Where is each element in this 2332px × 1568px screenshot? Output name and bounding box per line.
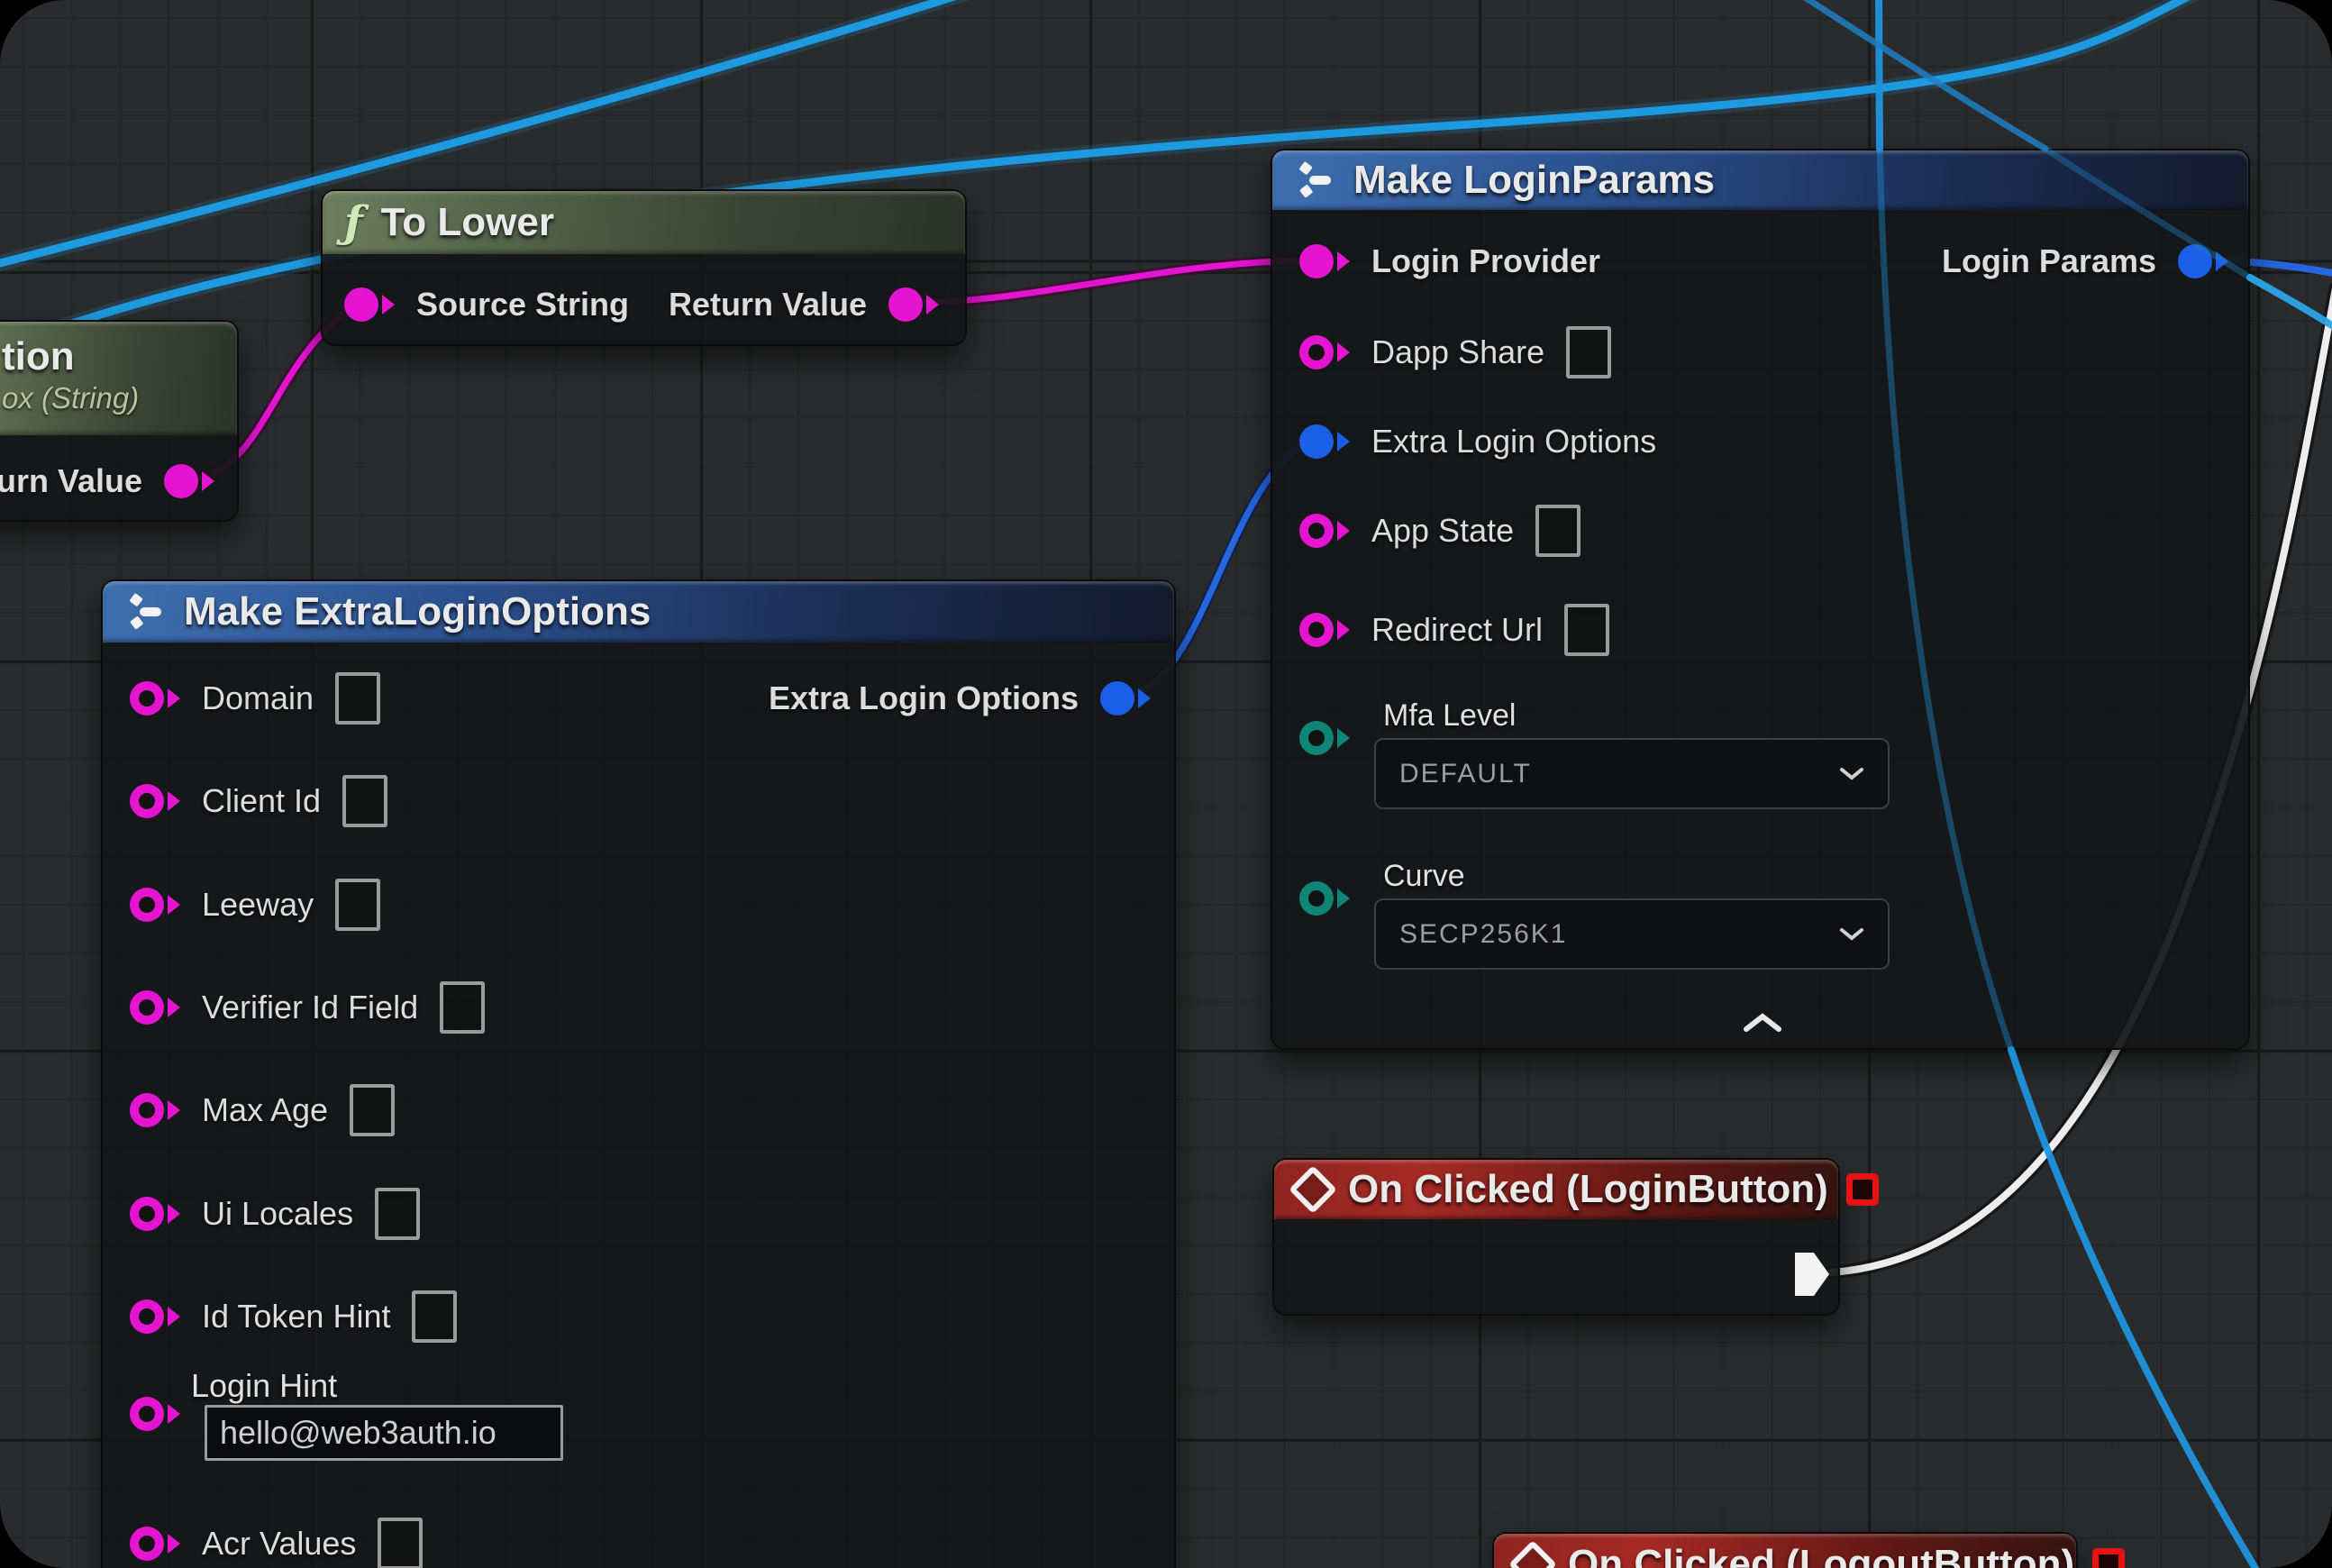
pin-label-id-token-hint: Id Token Hint xyxy=(202,1298,390,1336)
dapp-share-default-checkbox[interactable] xyxy=(1566,326,1611,378)
node-header[interactable]: ƒ To Lower xyxy=(323,191,965,254)
pin-login-hint[interactable] xyxy=(130,1397,180,1431)
pin-label-redirect-url: Redirect Url xyxy=(1371,611,1543,649)
event-diamond-icon xyxy=(1508,1540,1557,1568)
pin-leeway[interactable] xyxy=(130,888,180,922)
bound-event-indicator-icon xyxy=(2092,1548,2125,1568)
pin-label-dapp-share: Dapp Share xyxy=(1371,333,1544,371)
pin-label-source-string: Source String xyxy=(416,286,629,324)
pin-return-value-output[interactable] xyxy=(164,464,214,498)
node-header[interactable]: On Clicked (LoginButton) xyxy=(1274,1160,1838,1219)
ui-locales-default-checkbox[interactable] xyxy=(375,1188,420,1240)
max-age-default-checkbox[interactable] xyxy=(350,1084,395,1136)
pin-label-curve: Curve xyxy=(1383,859,1465,894)
pin-label-login-params: Login Params xyxy=(1942,242,2156,280)
node-title: On Clicked (LogoutButton) xyxy=(1568,1542,2074,1568)
login-hint-input[interactable] xyxy=(205,1405,563,1461)
chevron-up-icon xyxy=(1743,1013,1782,1033)
node-header[interactable]: Make ExtraLoginOptions xyxy=(103,581,1174,643)
node-to-lower[interactable]: ƒ To Lower Source String Return Value xyxy=(321,189,967,346)
pin-label-extra-login-options: Extra Login Options xyxy=(1371,423,1656,460)
pin-domain[interactable] xyxy=(130,681,180,716)
pin-label-client-id: Client Id xyxy=(202,782,321,820)
pin-return-value[interactable] xyxy=(888,287,939,322)
event-diamond-icon xyxy=(1289,1165,1337,1214)
chevron-down-icon xyxy=(1839,927,1864,941)
verifier-id-field-default-checkbox[interactable] xyxy=(440,981,485,1034)
node-on-clicked-logout-button[interactable]: On Clicked (LogoutButton) xyxy=(1492,1532,2078,1568)
leeway-default-checkbox[interactable] xyxy=(335,879,380,931)
node-make-login-params[interactable]: Make LoginParams Login Provider Login Pa… xyxy=(1271,149,2250,1050)
node-title: Make ExtraLoginOptions xyxy=(184,589,651,634)
pin-curve[interactable] xyxy=(1299,881,1350,916)
exec-output-pin[interactable] xyxy=(1795,1253,1829,1296)
pin-label-extra-login-options-out: Extra Login Options xyxy=(769,679,1079,717)
domain-default-checkbox[interactable] xyxy=(335,672,380,725)
pin-label-mfa-level: Mfa Level xyxy=(1383,698,1516,734)
chevron-down-icon xyxy=(1839,767,1864,780)
app-state-default-checkbox[interactable] xyxy=(1535,505,1580,557)
node-make-extra-login-options[interactable]: Make ExtraLoginOptions Extra Login Optio… xyxy=(101,579,1176,1568)
curve-value: SECP256K1 xyxy=(1399,919,1567,950)
mfa-level-value: DEFAULT xyxy=(1399,759,1532,789)
pin-redirect-url[interactable] xyxy=(1299,613,1350,647)
pin-label-max-age: Max Age xyxy=(202,1091,328,1129)
pin-label-login-provider: Login Provider xyxy=(1371,242,1600,280)
pin-label-return-value: Return Value xyxy=(669,286,867,324)
pin-extra-login-options-output[interactable] xyxy=(1100,681,1151,716)
node-subtitle-fragment: ox (String) xyxy=(2,381,139,415)
pin-login-params-output[interactable] xyxy=(2178,244,2228,278)
pin-extra-login-options-input[interactable] xyxy=(1299,424,1350,459)
node-on-clicked-login-button[interactable]: On Clicked (LoginButton) xyxy=(1272,1158,1840,1316)
client-id-default-checkbox[interactable] xyxy=(342,775,387,827)
pin-label-acr-values: Acr Values xyxy=(202,1525,356,1563)
make-struct-icon xyxy=(1294,160,1335,201)
pin-login-provider[interactable] xyxy=(1299,244,1350,278)
acr-values-default-checkbox[interactable] xyxy=(378,1518,423,1568)
pin-client-id[interactable] xyxy=(130,784,180,818)
pin-app-state[interactable] xyxy=(1299,514,1350,548)
make-struct-icon xyxy=(124,591,166,633)
redirect-url-default-checkbox[interactable] xyxy=(1564,604,1609,656)
screenshot-frame: tion ox (String) eturn Value ƒ To Lower … xyxy=(0,0,2332,1568)
pin-label-leeway: Leeway xyxy=(202,886,314,924)
node-title: Make LoginParams xyxy=(1353,158,1715,203)
bound-event-indicator-icon xyxy=(1846,1173,1879,1206)
pin-dapp-share[interactable] xyxy=(1299,335,1350,369)
curve-dropdown[interactable]: SECP256K1 xyxy=(1374,898,1890,970)
node-title-fragment: tion xyxy=(2,334,75,379)
node-title: On Clicked (LoginButton) xyxy=(1348,1167,1828,1212)
pin-acr-values[interactable] xyxy=(130,1527,180,1561)
id-token-hint-default-checkbox[interactable] xyxy=(412,1290,457,1343)
node-header[interactable]: Make LoginParams xyxy=(1272,150,2248,210)
node-partial-function[interactable]: tion ox (String) eturn Value xyxy=(0,320,239,522)
pin-id-token-hint[interactable] xyxy=(130,1299,180,1334)
wire-diagonal-blue xyxy=(1795,0,2045,149)
pin-ui-locales[interactable] xyxy=(130,1197,180,1231)
pin-label-verifier-id-field: Verifier Id Field xyxy=(202,989,418,1026)
pin-label-login-hint: Login Hint xyxy=(191,1367,337,1405)
function-icon: ƒ xyxy=(344,197,363,248)
pin-mfa-level[interactable] xyxy=(1299,721,1350,755)
wire-returnvalue-to-loginprovider xyxy=(908,260,1305,303)
wire-vertical-blue xyxy=(1879,0,1880,149)
pin-label-domain: Domain xyxy=(202,679,314,717)
pin-verifier-id-field[interactable] xyxy=(130,990,180,1025)
pin-label-ui-locales: Ui Locales xyxy=(202,1195,353,1233)
blueprint-graph-canvas[interactable]: tion ox (String) eturn Value ƒ To Lower … xyxy=(0,0,2332,1568)
pin-label-app-state: App State xyxy=(1371,512,1514,550)
node-header[interactable]: On Clicked (LogoutButton) xyxy=(1494,1534,2076,1568)
mfa-level-dropdown[interactable]: DEFAULT xyxy=(1374,738,1890,809)
node-title: To Lower xyxy=(381,200,554,245)
pin-max-age[interactable] xyxy=(130,1093,180,1127)
pin-label-return-value: eturn Value xyxy=(0,462,142,500)
node-header[interactable]: tion ox (String) xyxy=(0,322,237,435)
collapse-node-button[interactable] xyxy=(1742,1011,1783,1035)
pin-source-string[interactable] xyxy=(344,287,395,322)
